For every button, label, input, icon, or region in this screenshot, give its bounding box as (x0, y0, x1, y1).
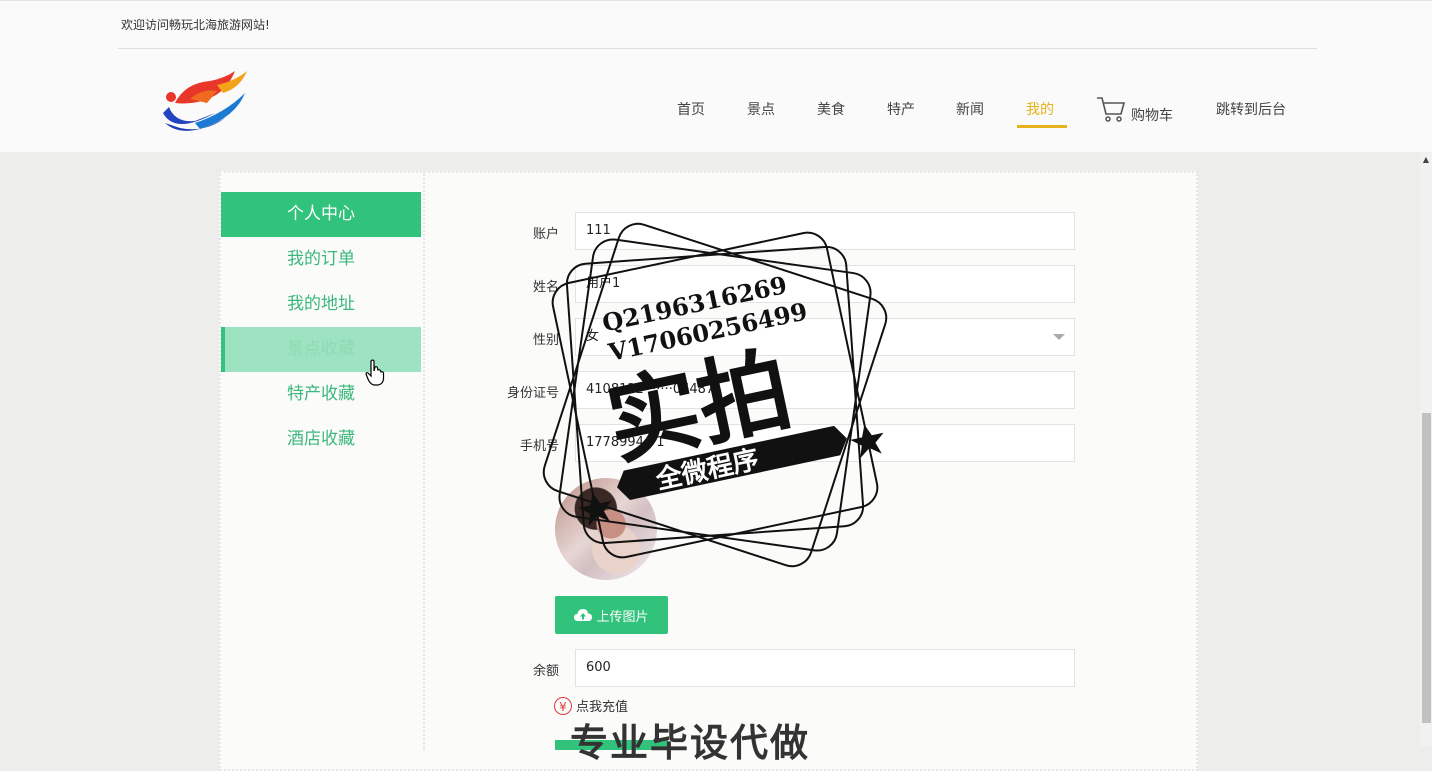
site-header: 欢迎访问畅玩北海旅游网站! 首页 景点 美食 特产 新闻 我的 购物车 跳转到后… (0, 0, 1432, 152)
balance-label: 余额 (532, 664, 559, 679)
nav-active-indicator (1017, 125, 1067, 128)
cloud-upload-icon (574, 609, 593, 621)
sidebar-item-hotel-favorites[interactable]: 酒店收藏 (221, 417, 421, 462)
sidebar-item-specialty-favorites[interactable]: 特产收藏 (221, 372, 421, 417)
avatar (555, 478, 657, 580)
nav-food[interactable]: 美食 (817, 99, 845, 119)
nav-mine[interactable]: 我的 (1026, 99, 1054, 119)
sidebar-title: 个人中心 (221, 192, 421, 237)
chevron-down-icon[interactable] (1053, 334, 1065, 340)
nav-attractions[interactable]: 景点 (747, 99, 775, 119)
balance-field[interactable]: 600 (575, 649, 1075, 687)
sidebar-item-addresses[interactable]: 我的地址 (221, 282, 421, 327)
account-label: 账户 (532, 227, 559, 242)
cart-icon[interactable] (1096, 95, 1126, 123)
upload-button-label: 上传图片 (596, 609, 649, 625)
phone-field[interactable]: 1778994···1 (575, 424, 1075, 462)
gender-label: 性别 (532, 333, 559, 348)
header-divider (118, 48, 1317, 49)
gender-select[interactable]: 女 (575, 318, 1075, 356)
welcome-text: 欢迎访问畅玩北海旅游网站! (121, 18, 270, 32)
idcard-label: 身份证号 (506, 386, 559, 401)
account-field[interactable]: 111 (575, 212, 1075, 250)
watermark-bottom-text: 专业毕设代做 (570, 721, 811, 765)
nav-admin[interactable]: 跳转到后台 (1216, 99, 1286, 119)
nav-specialties[interactable]: 特产 (887, 99, 915, 119)
upload-image-button[interactable]: 上传图片 (555, 596, 668, 634)
hand-pointer-icon (365, 359, 385, 386)
idcard-field[interactable]: 4108122·······064871 (575, 371, 1075, 409)
name-field[interactable]: 用户1 (575, 265, 1075, 303)
nav-home[interactable]: 首页 (677, 99, 705, 119)
sidebar-item-attraction-favorites[interactable]: 景点收藏 (221, 327, 421, 372)
nav-news[interactable]: 新闻 (956, 99, 984, 119)
phone-label: 手机号 (519, 439, 559, 454)
scrollbar-thumb[interactable] (1422, 413, 1431, 723)
sidebar-divider (423, 171, 425, 751)
name-label: 姓名 (532, 280, 559, 295)
scroll-up-arrow-icon[interactable]: ▲ (1420, 155, 1432, 165)
sidebar-item-orders[interactable]: 我的订单 (221, 237, 421, 282)
site-logo[interactable] (155, 63, 253, 141)
nav-cart[interactable]: 购物车 (1131, 105, 1173, 125)
